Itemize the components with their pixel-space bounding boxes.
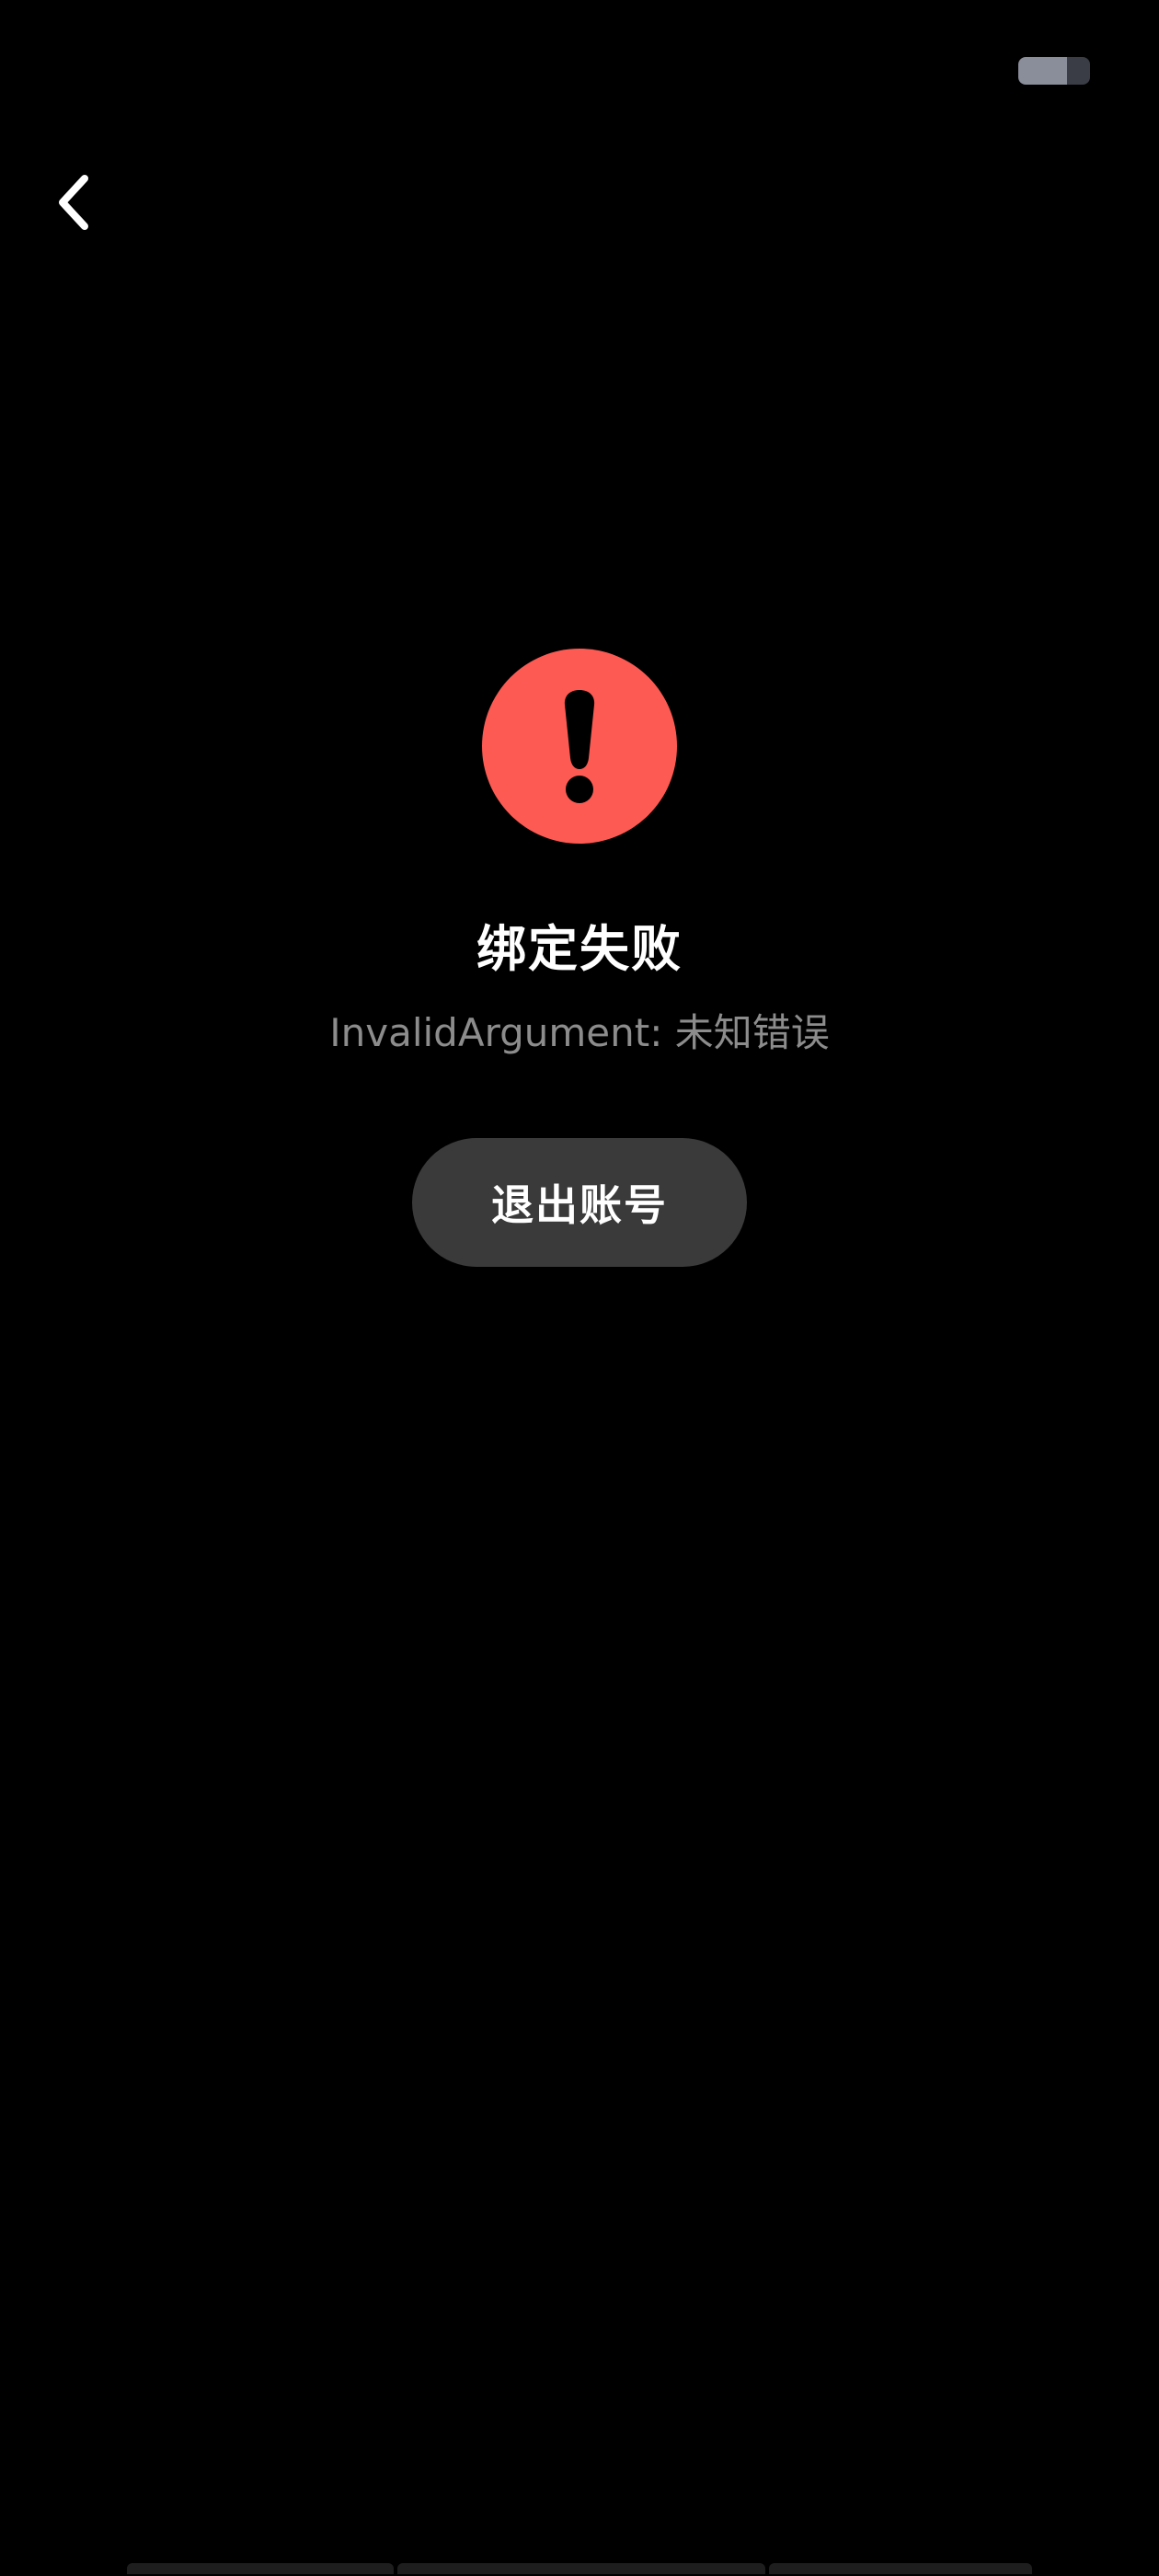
result-panel: 绑定失败 InvalidArgument: 未知错误 退出账号 xyxy=(0,649,1159,1267)
home-indicator-segment xyxy=(769,2563,1032,2574)
error-badge xyxy=(482,649,677,844)
battery-level xyxy=(1018,57,1068,85)
home-indicator-segment xyxy=(397,2563,765,2574)
status-bar xyxy=(0,0,1159,138)
chevron-left-icon xyxy=(59,175,88,230)
page-title: 绑定失败 xyxy=(476,920,683,978)
battery-icon xyxy=(1018,57,1090,85)
exclamation-icon xyxy=(564,690,595,803)
error-message: InvalidArgument: 未知错误 xyxy=(329,1010,830,1055)
home-indicator-segment xyxy=(127,2563,394,2574)
back-button[interactable] xyxy=(37,156,110,248)
home-indicator xyxy=(127,2563,1032,2574)
logout-button[interactable]: 退出账号 xyxy=(412,1138,747,1267)
